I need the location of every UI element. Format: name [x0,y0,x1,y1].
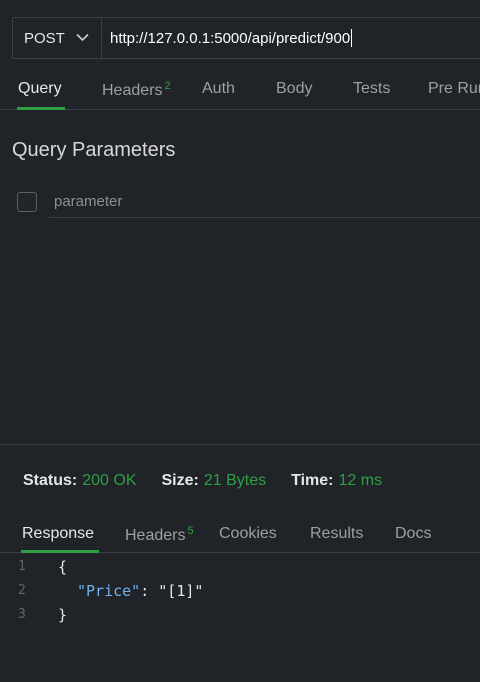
line-number: 2 [18,583,26,598]
json-entry: "Price": "[1]" [77,582,203,600]
headers-count-badge: 2 [164,80,171,92]
parameter-placeholder: parameter [54,193,123,210]
url-input[interactable]: http://127.0.0.1:5000/api/predict/900 [102,18,480,58]
tab-response-headers[interactable]: Headers 5 [125,525,194,545]
method-select[interactable]: POST [13,18,102,58]
request-url-bar: POST http://127.0.0.1:5000/api/predict/9… [12,17,480,59]
tab-response[interactable]: Response [22,525,94,543]
tab-headers[interactable]: Headers 2 [102,80,171,100]
tab-body[interactable]: Body [276,80,312,98]
code-line: 3 } [0,604,480,628]
request-tabs: Query Headers2 Auth Body Tests Pre Run [0,70,480,110]
line-number: 1 [18,559,26,574]
code-line: 2 "Price": "[1]" [0,580,480,604]
time-value: 12 ms [338,472,383,489]
json-value: "[1]" [158,582,204,600]
status-value: 200 OK [82,472,137,489]
tab-query[interactable]: Query [18,80,62,98]
status-label: Status: [23,472,78,489]
tab-results[interactable]: Results [310,525,363,543]
json-key: "Price" [77,582,141,600]
query-parameters-title: Query Parameters [12,139,176,161]
response-headers-count-badge: 5 [187,525,194,537]
time-label: Time: [291,472,334,489]
parameter-name-input[interactable]: parameter [49,187,480,218]
size-label: Size: [161,472,199,489]
tab-docs[interactable]: Docs [395,525,431,543]
response-status-bar: Status: 200 OK Size: 21 Bytes Time: 12 m… [23,472,407,490]
json-separator: : [140,582,159,600]
response-tabs: Response Headers 5 Cookies Results Docs [0,516,480,553]
tab-cookies[interactable]: Cookies [219,525,277,543]
url-text: http://127.0.0.1:5000/api/predict/900 [110,29,351,47]
json-open-brace: { [58,558,68,576]
tab-tests[interactable]: Tests [353,80,390,98]
line-number: 3 [18,607,26,622]
tab-pre-run[interactable]: Pre Run [428,80,480,98]
parameter-enable-checkbox[interactable] [17,192,37,212]
size-value: 21 Bytes [203,472,267,489]
text-caret [351,29,353,47]
code-line: 1 { [0,556,480,580]
json-close-brace: } [58,606,68,624]
pane-divider[interactable] [0,444,480,445]
response-body-editor[interactable]: 1 { 2 "Price": "[1]" 3 } [0,556,480,628]
tab-auth[interactable]: Auth [202,80,235,98]
active-tab-indicator [17,107,65,110]
active-response-tab-indicator [21,550,99,553]
method-label: POST [24,29,65,47]
chevron-down-icon [76,33,89,42]
